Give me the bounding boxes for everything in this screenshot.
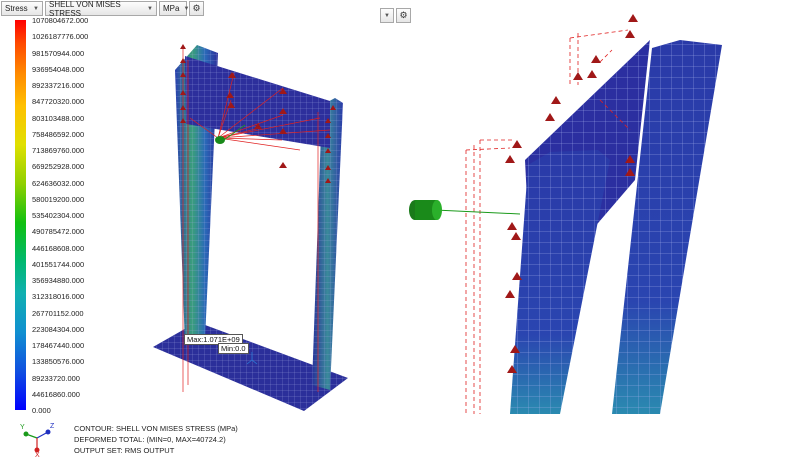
contour-info: CONTOUR: SHELL VON MISES STRESS (MPa) (74, 424, 238, 433)
min-stress-label: Min:0.0 (218, 343, 249, 354)
model-viewport[interactable] (0, 0, 811, 461)
triad-y-label: Y (20, 424, 25, 431)
output-set-info: OUTPUT SET: RMS OUTPUT (74, 446, 175, 455)
right-model-zoom (409, 14, 722, 414)
left-model (153, 44, 348, 411)
triad-z-label: Z (50, 423, 55, 430)
deformed-info: DEFORMED TOTAL: (MIN=0, MAX=40724.2) (74, 435, 226, 444)
axis-triad (23, 429, 51, 453)
triad-x-label: X (35, 452, 40, 459)
output-info: CONTOUR: SHELL VON MISES STRESS (MPa) DE… (74, 423, 238, 456)
